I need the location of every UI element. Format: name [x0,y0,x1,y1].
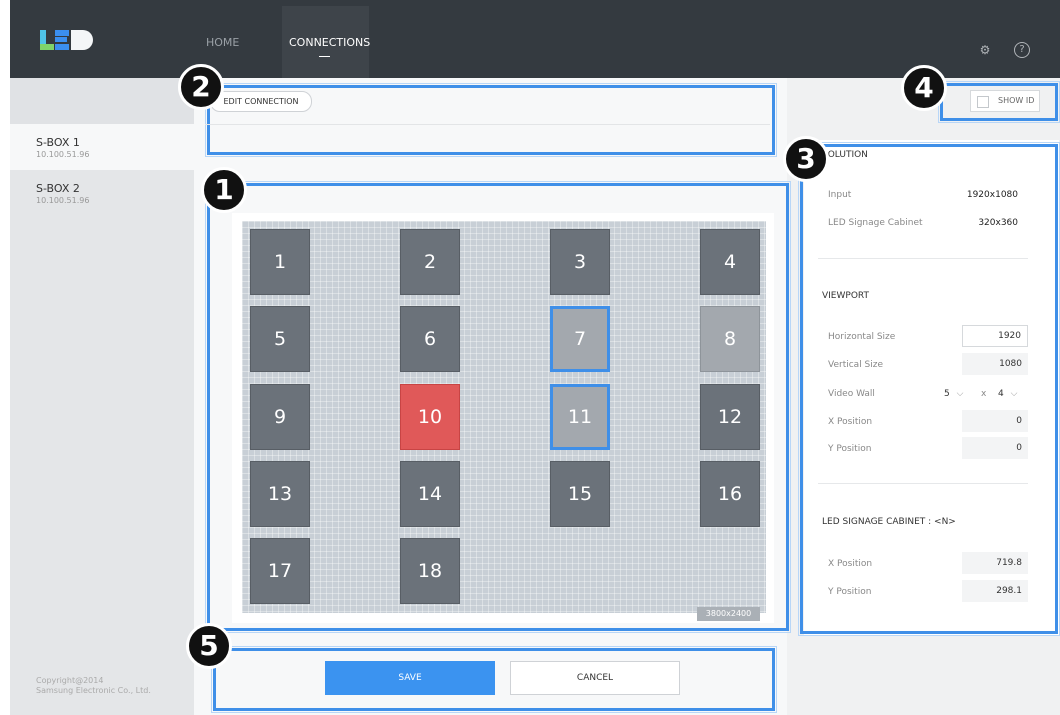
toolbar-divider [205,124,770,125]
sbox-ip: 10.100.51.96 [36,196,90,205]
canvas-resolution-badge: 3800x2400 [697,607,760,621]
viewport-y-position-label: Y Position [828,444,872,454]
cabinet-6[interactable]: 6 [400,306,460,372]
sidebar: S-BOX 1 10.100.51.96 S-BOX 2 10.100.51.9… [10,78,194,715]
cabinet-17[interactable]: 17 [250,538,310,604]
sidebar-item-sbox-2[interactable]: S-BOX 2 10.100.51.96 [10,170,194,216]
cabinet-x-position-input[interactable]: 719.8 [962,552,1028,574]
annotation-badge-2: 2 [178,64,224,110]
cabinet-7[interactable]: 7 [550,306,610,372]
chevron-down-icon: ⌵ [956,389,964,399]
nav-connections[interactable]: CONNECTIONS [289,36,370,49]
cabinet-15[interactable]: 15 [550,461,610,527]
cabinet-x-position-label: X Position [828,559,873,569]
video-wall-cols-value: 5 [944,389,950,399]
cabinet-info-heading: LED SIGNAGE CABINET : <N> [822,517,956,527]
copyright-line-2: Samsung Electronic Co., Ltd. [36,686,151,695]
section-divider [818,483,1028,484]
horizontal-size-label: Horizontal Size [828,332,896,342]
cabinet-4[interactable]: 4 [700,229,760,295]
show-id-checkbox[interactable] [977,96,989,108]
cabinet-16[interactable]: 16 [700,461,760,527]
cabinet-size-value: 320x360 [978,218,1018,228]
cabinet-12[interactable]: 12 [700,384,760,450]
sidebar-header [10,78,194,124]
sbox-ip: 10.100.51.96 [36,150,90,159]
cabinet-2[interactable]: 2 [400,229,460,295]
nav-home[interactable]: HOME [206,36,239,49]
vertical-size-input[interactable]: 1080 [962,353,1028,375]
cabinet-3[interactable]: 3 [550,229,610,295]
cabinet-y-position-label: Y Position [828,587,872,597]
annotation-badge-5: 5 [186,623,232,669]
save-button[interactable]: SAVE [325,661,495,695]
input-label: Input [828,190,852,200]
cabinet-y-position-input[interactable]: 298.1 [962,580,1028,602]
top-bar: HOME CONNECTIONS ⚙ ? [10,0,1060,78]
viewport-x-position-input[interactable]: 0 [962,410,1028,432]
cabinet-9[interactable]: 9 [250,384,310,450]
video-wall-x-label: x [981,389,987,399]
nav-active-indicator [319,56,330,57]
cabinet-10[interactable]: 10 [400,384,460,450]
edit-connection-button[interactable]: EDIT CONNECTION [210,91,312,112]
led-logo [40,30,93,50]
sbox-name: S-BOX 2 [36,182,80,195]
cabinet-8[interactable]: 8 [700,306,760,372]
help-icon[interactable]: ? [1014,42,1030,58]
show-id-toggle[interactable]: SHOW ID [970,90,1040,112]
cabinet-14[interactable]: 14 [400,461,460,527]
sidebar-item-sbox-1[interactable]: S-BOX 1 10.100.51.96 [10,124,194,170]
cabinet-5[interactable]: 5 [250,306,310,372]
cabinet-18[interactable]: 18 [400,538,460,604]
video-wall-label: Video Wall [828,389,875,399]
sbox-name: S-BOX 1 [36,136,80,149]
copyright-line-1: Copyright@2014 [36,676,104,685]
input-value: 1920x1080 [966,190,1018,200]
vertical-size-label: Vertical Size [828,360,884,370]
cancel-button[interactable]: CANCEL [510,661,680,695]
viewport-y-position-input[interactable]: 0 [962,437,1028,459]
cabinet-size-label: LED Signage Cabinet [828,218,923,228]
cabinet-1[interactable]: 1 [250,229,310,295]
horizontal-size-input[interactable]: 1920 [962,325,1028,347]
cabinet-13[interactable]: 13 [250,461,310,527]
video-wall-cols-select[interactable]: 5 ⌵ [944,389,963,399]
annotation-badge-4: 4 [901,65,947,111]
video-wall-rows-select[interactable]: 4 ⌵ [998,389,1017,399]
copyright: Copyright@2014 Samsung Electronic Co., L… [36,676,151,696]
cabinet-11[interactable]: 11 [550,384,610,450]
section-divider [818,258,1028,259]
gear-icon[interactable]: ⚙ [977,42,993,58]
video-wall-canvas[interactable] [242,221,766,613]
annotation-badge-1: 1 [201,167,247,213]
viewport-heading: VIEWPORT [822,291,870,301]
annotation-badge-3: 3 [783,136,829,182]
show-id-label: SHOW ID [998,96,1035,105]
chevron-down-icon: ⌵ [1010,389,1018,399]
viewport-x-position-label: X Position [828,417,873,427]
video-wall-rows-value: 4 [998,389,1004,399]
